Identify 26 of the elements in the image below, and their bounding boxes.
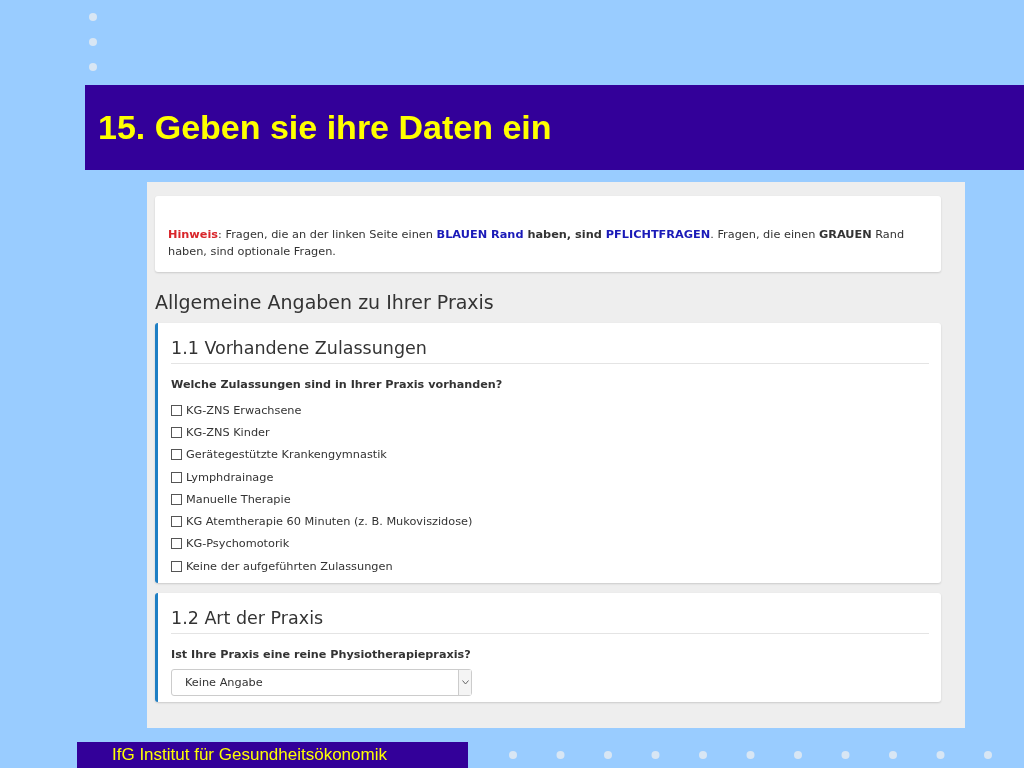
notice-text: Hinweis: Fragen, die an der linken Seite einen BLAUEN Rand haben, sind PFLICHTFRAGEN. Fragen, die einen GRAUEN Rand haben, sind optionale Fragen. — [168, 227, 906, 260]
question-text: Ist Ihre Praxis eine reine Physiotherapiepraxis? — [171, 648, 472, 662]
checkbox[interactable] — [171, 426, 182, 438]
checkbox[interactable] — [171, 516, 182, 528]
section-heading: Allgemeine Angaben zu Ihrer Praxis — [155, 290, 495, 314]
option-label[interactable]: KG Atemtherapie 60 Minuten (z. B. Mukoviszidose) — [186, 515, 473, 529]
checkbox[interactable] — [171, 538, 182, 550]
checkbox[interactable] — [171, 471, 182, 483]
option-label[interactable]: KG-ZNS Erwachsene — [186, 403, 302, 417]
footer-text: IfG Institut für Gesundheitsökonomik — [112, 745, 387, 765]
question-title: 1.2 Art der Praxis — [171, 605, 929, 635]
slide-title: 15. Geben sie ihre Daten ein — [98, 108, 552, 147]
question-text: Welche Zulassungen sind in Ihrer Praxis vorhanden? — [171, 378, 504, 391]
checkbox[interactable] — [171, 493, 182, 505]
option-label[interactable]: Gerätegestützte Krankengymnastik — [186, 448, 387, 462]
dropdown-field[interactable]: Keine Angabe — [171, 669, 472, 697]
option-label[interactable]: Manuelle Therapie — [186, 492, 291, 506]
checkbox[interactable] — [171, 449, 182, 461]
option-label[interactable]: KG-ZNS Kinder — [186, 425, 270, 439]
question-title: 1.1 Vorhandene Zulassungen — [171, 335, 929, 364]
dot-pattern-drawing — [88, 12, 98, 72]
option-label[interactable]: Lymphdrainage — [186, 470, 274, 484]
checkbox[interactable] — [171, 560, 182, 572]
option-label[interactable]: KG-Psychomotorik — [186, 537, 290, 551]
option-label[interactable]: Keine der aufgeführten Zulassungen — [186, 559, 393, 573]
checkbox[interactable] — [171, 404, 182, 416]
